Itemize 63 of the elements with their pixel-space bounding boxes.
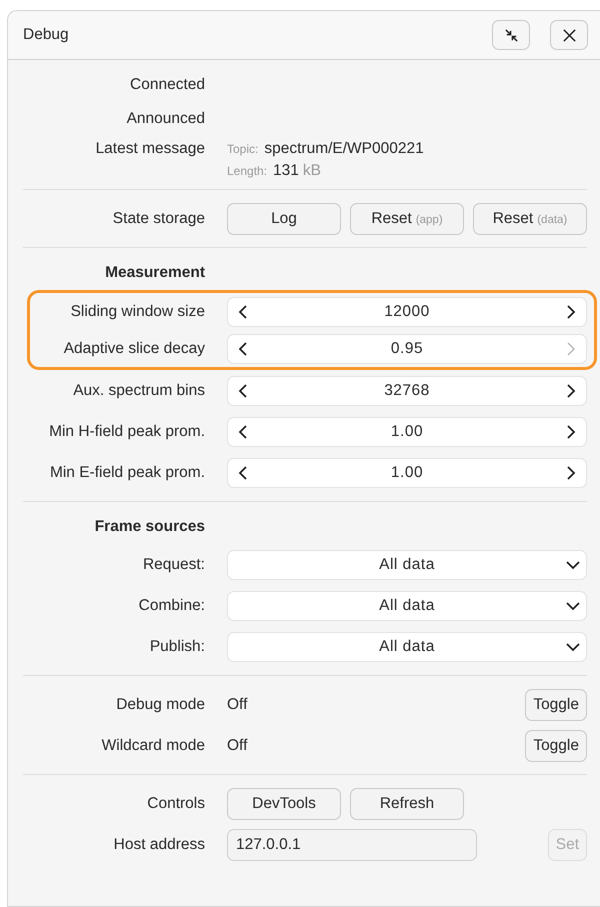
- field-label: Latest message: [94, 140, 205, 158]
- stepper-value: 1.00: [390, 464, 424, 482]
- number-stepper[interactable]: 12000: [227, 296, 587, 326]
- chevron-right-icon[interactable]: [566, 382, 576, 398]
- chevron-left-icon[interactable]: [238, 382, 248, 398]
- chevron-right-icon[interactable]: [566, 304, 576, 320]
- storage-button[interactable]: Log: [227, 202, 341, 234]
- control-button[interactable]: DevTools: [227, 788, 341, 820]
- field-key: Length:: [227, 164, 268, 178]
- dropdown[interactable]: All data: [227, 632, 587, 662]
- field-key: Topic:: [227, 142, 258, 156]
- chevron-left-icon[interactable]: [238, 464, 248, 480]
- number-stepper[interactable]: 0.95: [227, 334, 587, 364]
- status-label: Announced: [126, 110, 205, 128]
- field-label: Combine:: [138, 596, 205, 614]
- arrows-inward-icon: [504, 28, 518, 42]
- chevron-down-icon: [565, 642, 581, 652]
- window-title: Debug: [23, 26, 69, 44]
- unit-label: kB: [302, 162, 322, 180]
- field-label: Debug mode: [115, 696, 205, 714]
- chevron-left-icon[interactable]: [238, 340, 248, 356]
- dropdown[interactable]: All data: [227, 590, 587, 620]
- storage-button[interactable]: Reset (data): [473, 202, 587, 234]
- dropdown[interactable]: All data: [227, 550, 587, 580]
- stepper-value: 32768: [383, 382, 431, 400]
- mode-value: Off: [227, 736, 248, 754]
- chevron-left-icon[interactable]: [238, 424, 248, 440]
- chevron-down-icon: [565, 600, 581, 610]
- close-button[interactable]: [550, 20, 588, 50]
- field-label: Adaptive slice decay: [62, 340, 205, 358]
- number-stepper[interactable]: 32768: [227, 376, 587, 406]
- chevron-left-icon[interactable]: [238, 304, 248, 320]
- stepper-value: 0.95: [390, 340, 424, 358]
- mode-value: Off: [227, 696, 248, 714]
- number-stepper[interactable]: 1.00: [227, 416, 587, 446]
- field-label: Host address: [112, 836, 205, 854]
- field-label: Request:: [142, 556, 205, 574]
- section-heading: Measurement: [104, 264, 205, 282]
- field-label: Min E-field peak prom.: [48, 464, 205, 482]
- stepper-value: 1.00: [390, 422, 424, 440]
- chevron-right-icon[interactable]: [566, 424, 576, 440]
- input-field[interactable]: 127.0.0.1: [227, 828, 477, 860]
- control-button[interactable]: Refresh: [350, 788, 464, 820]
- chevron-down-icon: [565, 560, 581, 570]
- collapse-button[interactable]: [492, 20, 530, 50]
- section-heading: Frame sources: [94, 518, 205, 536]
- status-label: Connected: [129, 76, 205, 94]
- storage-button[interactable]: Reset (app): [350, 202, 464, 234]
- chevron-right-icon[interactable]: [566, 464, 576, 480]
- stepper-value: 12000: [383, 302, 431, 320]
- field-label: Sliding window size: [70, 302, 205, 320]
- field-label: Aux. spectrum bins: [72, 382, 205, 400]
- close-icon: [562, 28, 576, 42]
- toggle-button[interactable]: Toggle: [525, 730, 587, 762]
- field-label: State storage: [112, 210, 205, 228]
- field-label: Wildcard mode: [100, 736, 205, 754]
- field-label: Controls: [146, 794, 205, 812]
- field-value: 131: [273, 162, 299, 180]
- field-label: Min H-field peak prom.: [48, 422, 205, 440]
- toggle-button[interactable]: Toggle: [525, 688, 587, 720]
- field-label: Publish:: [148, 638, 205, 656]
- field-value: spectrum/E/WP000221: [264, 140, 424, 158]
- number-stepper[interactable]: 1.00: [227, 458, 587, 488]
